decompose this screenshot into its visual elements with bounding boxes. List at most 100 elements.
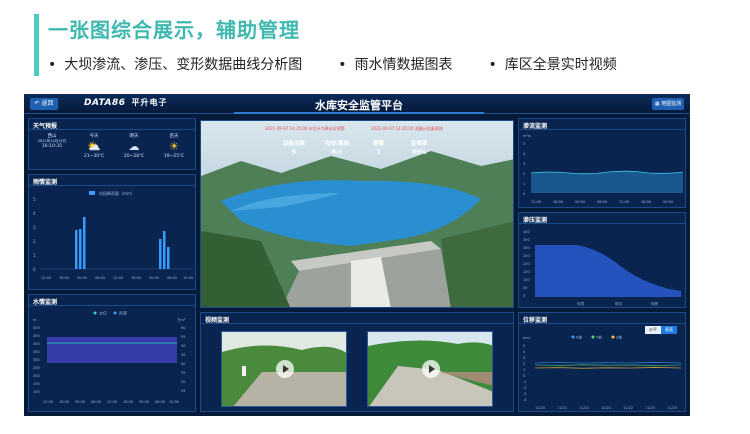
- stat-online-offline: 在线/离线 8/1: [325, 139, 349, 156]
- rain-bars: [75, 217, 170, 269]
- y-tick: 4: [33, 211, 36, 216]
- y-tick: 2: [523, 362, 525, 366]
- accent-bar: [34, 14, 39, 76]
- flow-yticks: 5 4 3 2 1 0: [523, 142, 526, 196]
- x-tick: 06:00: [167, 276, 177, 280]
- legend-dot: [113, 311, 117, 315]
- sun-icon: ☀: [169, 140, 179, 153]
- x-tick: 12:00: [43, 400, 53, 404]
- y-tick: 3: [523, 356, 525, 360]
- x-tick: 12:00: [41, 276, 51, 280]
- seepage-flow-panel: 渗流监测 m³/s 5 4 3 2 1 0 12:00 18:00 00:00: [518, 118, 686, 208]
- reservoir-illustration: [201, 151, 513, 307]
- x-tick: 18:00: [59, 276, 69, 280]
- play-icon[interactable]: [422, 360, 440, 378]
- dashboard-screenshot: ↶ 返回 DATA86 平升电子 水库安全监管平台 ▦ 地图监测 天气预报 西山 …: [24, 94, 690, 416]
- y-unit: m³/s: [523, 134, 531, 138]
- water-yticks-right: 60 55 50 45 40 35 30 25: [181, 326, 185, 393]
- y-tick: 2: [523, 172, 525, 176]
- x-tick: 18:00: [131, 276, 141, 280]
- y-tick: 100: [523, 278, 530, 282]
- y-tick: 400: [523, 230, 530, 234]
- panel-divider: [29, 305, 195, 306]
- x-tick: 00:00: [75, 400, 85, 404]
- bullet-dot: •: [488, 57, 497, 73]
- y-tick: 150: [523, 270, 530, 274]
- y-tick: 250: [523, 254, 530, 258]
- y-tick: -1: [523, 380, 527, 384]
- video-thumbnail[interactable]: [367, 331, 493, 407]
- x-tick: 06:00: [597, 200, 607, 204]
- flow-area: [531, 171, 683, 193]
- y-unit: 万m³: [177, 318, 186, 322]
- y-tick: 1: [523, 182, 525, 186]
- map-monitor-button[interactable]: ▦ 地图监测: [652, 98, 684, 110]
- alert-text[interactable]: 2021-09-07 14:35:00 测量计设备离线: [371, 126, 443, 132]
- legend-dot: [571, 335, 575, 339]
- y-unit: m: [33, 318, 37, 322]
- weather-label: 今天: [89, 134, 99, 139]
- stat-label: 设备总数: [283, 141, 306, 147]
- video-thumbnail[interactable]: [221, 331, 347, 407]
- map-icon: ▦: [654, 101, 660, 107]
- stat-device-total: 设备总数 9: [283, 139, 305, 156]
- y-tick: 45: [181, 353, 185, 357]
- pressure-yticks: 400 350 300 250 200 150 100 50 0: [523, 230, 530, 298]
- x-tick: 坝顶: [577, 301, 585, 306]
- x-tick: 12:00: [531, 200, 541, 204]
- x-tick: 坝中: [615, 301, 623, 306]
- x-tick: 00:00: [149, 276, 159, 280]
- rain-panel: 雨情监测 时段降雨量（mm） 5 4 3 2 1 0 12:00 18:00 0…: [28, 174, 196, 290]
- seepage-flow-chart: m³/s 5 4 3 2 1 0 12:00 18:00 00:00 06:00…: [523, 134, 684, 204]
- stat-value: 89%: [412, 149, 427, 156]
- y-tick: 5: [523, 344, 525, 348]
- y-tick: -4: [523, 398, 527, 402]
- y-tick: 50: [523, 286, 527, 290]
- x-tick: 11/23: [645, 406, 655, 410]
- play-icon[interactable]: [276, 360, 294, 378]
- y-tick: 0: [523, 192, 525, 196]
- x-tick: 11/20: [535, 406, 545, 410]
- y-tick: 2: [33, 239, 36, 244]
- x-tick: 11/22: [623, 406, 633, 410]
- y-tick: 50: [181, 344, 185, 348]
- weather-day: 今天 ⛅ 21~30℃: [75, 133, 113, 159]
- y-tick: 100: [33, 390, 40, 394]
- rain-chart: 时段降雨量（mm） 5 4 3 2 1 0 12:00 18:00 00:00 …: [33, 190, 193, 280]
- stat-label: 在线/离线: [325, 141, 350, 147]
- y-tick: 400: [33, 342, 40, 346]
- displacement-yticks: 5 4 3 2 1 0 -1 -2 -3 -4: [523, 344, 527, 402]
- back-button[interactable]: ↶ 返回: [30, 98, 58, 110]
- dashboard-topbar: ↶ 返回 DATA86 平升电子 水库安全监管平台 ▦ 地图监测: [24, 94, 690, 114]
- pressure-xticks: 坝顶 坝中 坝底: [577, 301, 659, 306]
- volume-area: [47, 337, 177, 363]
- alert-text[interactable]: 2021-09-07 14:35:00 水位计为降水位预警: [265, 126, 345, 132]
- stat-label: 在线率: [411, 141, 428, 147]
- legend-label: 水位: [99, 310, 107, 316]
- bullet-text: 大坝渗流、渗压、变形数据曲线分析图: [64, 57, 303, 73]
- water-yticks-left: 500 450 400 350 300 250 200 150 100: [33, 326, 40, 394]
- y-tick: 5: [33, 197, 36, 202]
- bullet-dot: •: [338, 57, 347, 73]
- y-tick: 300: [33, 358, 40, 362]
- rain-bar: [83, 217, 86, 269]
- x-tick: 11/21: [579, 406, 589, 410]
- flow-xticks: 12:00 18:00 00:00 06:00 12:00 18:00 00:0…: [531, 200, 673, 204]
- panel-divider: [519, 223, 685, 224]
- stat-value: 8/1: [331, 149, 343, 156]
- legend-swatch: [89, 191, 95, 195]
- y-tick: 4: [523, 152, 526, 156]
- legend-label: 时段降雨量（mm）: [99, 190, 135, 196]
- rain-xticks: 12:00 18:00 00:00 06:00 12:00 18:00 00:0…: [41, 276, 193, 280]
- back-arrow-icon: ↶: [34, 100, 40, 107]
- legend-dot: [591, 335, 595, 339]
- x-tick: 06:00: [91, 400, 101, 404]
- legend-label: Z轴: [616, 335, 622, 340]
- rain-yticks: 5 4 3 2 1 0: [33, 197, 36, 272]
- x-tick: 18:00: [59, 400, 69, 404]
- y-tick: 450: [33, 334, 40, 338]
- y-tick: 300: [523, 246, 530, 250]
- x-tick: 12:00: [113, 276, 123, 280]
- x-tick: 00:00: [663, 200, 673, 204]
- y-tick: 5: [523, 142, 525, 146]
